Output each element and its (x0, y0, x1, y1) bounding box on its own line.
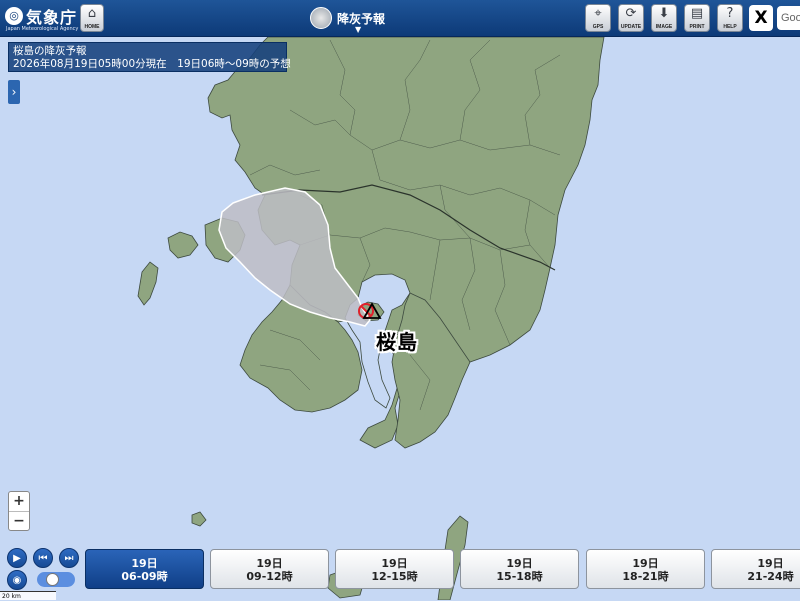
panel-expand-button[interactable]: › (8, 80, 20, 104)
help-icon: ? (726, 6, 734, 21)
search-input[interactable]: Goo (777, 6, 800, 30)
agency-name: 気象庁 (26, 8, 78, 27)
home-label: HOME (84, 24, 100, 30)
forecast-title: 桜島の降灰予報 (13, 45, 87, 57)
print-label: PRINT (689, 24, 705, 30)
image-label: IMAGE (655, 24, 673, 30)
first-frame-button[interactable]: ⏮ (33, 548, 53, 568)
play-button[interactable]: ▶ (7, 548, 27, 568)
timeline-slot-button[interactable]: 19日 21-24時 (711, 549, 800, 589)
timeline-day: 19日 (632, 557, 659, 570)
gps-icon: ⌖ (594, 6, 602, 21)
print-button[interactable]: ▤ PRINT (684, 4, 710, 32)
gps-label: GPS (592, 24, 604, 30)
jma-logo[interactable]: ◎ 気象庁 Japan Meteorological Agency (5, 3, 79, 33)
download-icon: ⬇ (658, 6, 670, 21)
timeline-day: 19日 (757, 557, 784, 570)
timeline-day: 19日 (506, 557, 533, 570)
product-selector[interactable]: 降灰予報 ▼ (310, 6, 410, 34)
skip-forward-icon: ⏭ (64, 553, 74, 564)
timeline-slot-button[interactable]: 19日 09-12時 (210, 549, 329, 589)
timeline-hours: 06-09時 (121, 570, 168, 583)
timeline-slot-button[interactable]: 19日 15-18時 (460, 549, 579, 589)
x-share-button[interactable]: X (749, 5, 773, 31)
image-button[interactable]: ⬇ IMAGE (651, 4, 677, 32)
chevron-down-icon: ▼ (355, 25, 362, 34)
forecast-time: 2026年08月19日05時00分現在 19日06時～09時の予想 (13, 58, 291, 70)
timeline-day: 19日 (256, 557, 283, 570)
zoom-in-button[interactable]: + (9, 492, 29, 512)
help-label: HELP (723, 24, 737, 30)
skip-back-icon: ⏮ (38, 553, 48, 564)
toggle-knob[interactable] (46, 573, 59, 586)
header-bar: ◎ 気象庁 Japan Meteorological Agency ⌂ HOME… (0, 0, 800, 37)
zoom-control: + − (8, 491, 30, 531)
jma-emblem-icon: ◎ (5, 7, 23, 25)
gps-button[interactable]: ⌖ GPS (585, 4, 611, 32)
volcano-icon (310, 7, 332, 29)
compass-icon: ◉ (12, 575, 22, 586)
timeline-hours: 18-21時 (622, 570, 669, 583)
map-canvas[interactable] (0, 37, 800, 600)
timeline-hours: 21-24時 (747, 570, 794, 583)
timeline-slot-button[interactable]: 19日 12-15時 (335, 549, 454, 589)
volcano-name-label: 桜島 (376, 330, 418, 354)
scale-bar: 20 km (0, 591, 56, 600)
timeline-hours: 12-15時 (371, 570, 418, 583)
agency-sub: Japan Meteorological Agency (6, 26, 79, 32)
legend-button[interactable]: ◉ (7, 570, 27, 590)
home-button[interactable]: ⌂ HOME (80, 4, 104, 32)
last-frame-button[interactable]: ⏭ (59, 548, 79, 568)
update-icon: ⟳ (625, 6, 637, 21)
chevron-right-icon: › (11, 85, 17, 99)
update-button[interactable]: ⟳ UPDATE (618, 4, 644, 32)
timeline-hours: 09-12時 (246, 570, 293, 583)
print-icon: ▤ (690, 6, 704, 21)
play-icon: ▶ (13, 553, 21, 564)
timeline-slot-button[interactable]: 19日 06-09時 (85, 549, 204, 589)
timeline-slot-button[interactable]: 19日 18-21時 (586, 549, 705, 589)
timeline-day: 19日 (131, 557, 158, 570)
help-button[interactable]: ? HELP (717, 4, 743, 32)
zoom-out-button[interactable]: − (9, 512, 29, 531)
home-icon: ⌂ (87, 6, 97, 21)
update-label: UPDATE (620, 24, 642, 30)
timeline-hours: 15-18時 (496, 570, 543, 583)
forecast-info-box: 桜島の降灰予報 2026年08月19日05時00分現在 19日06時～09時の予… (8, 42, 291, 72)
timeline-day: 19日 (381, 557, 408, 570)
